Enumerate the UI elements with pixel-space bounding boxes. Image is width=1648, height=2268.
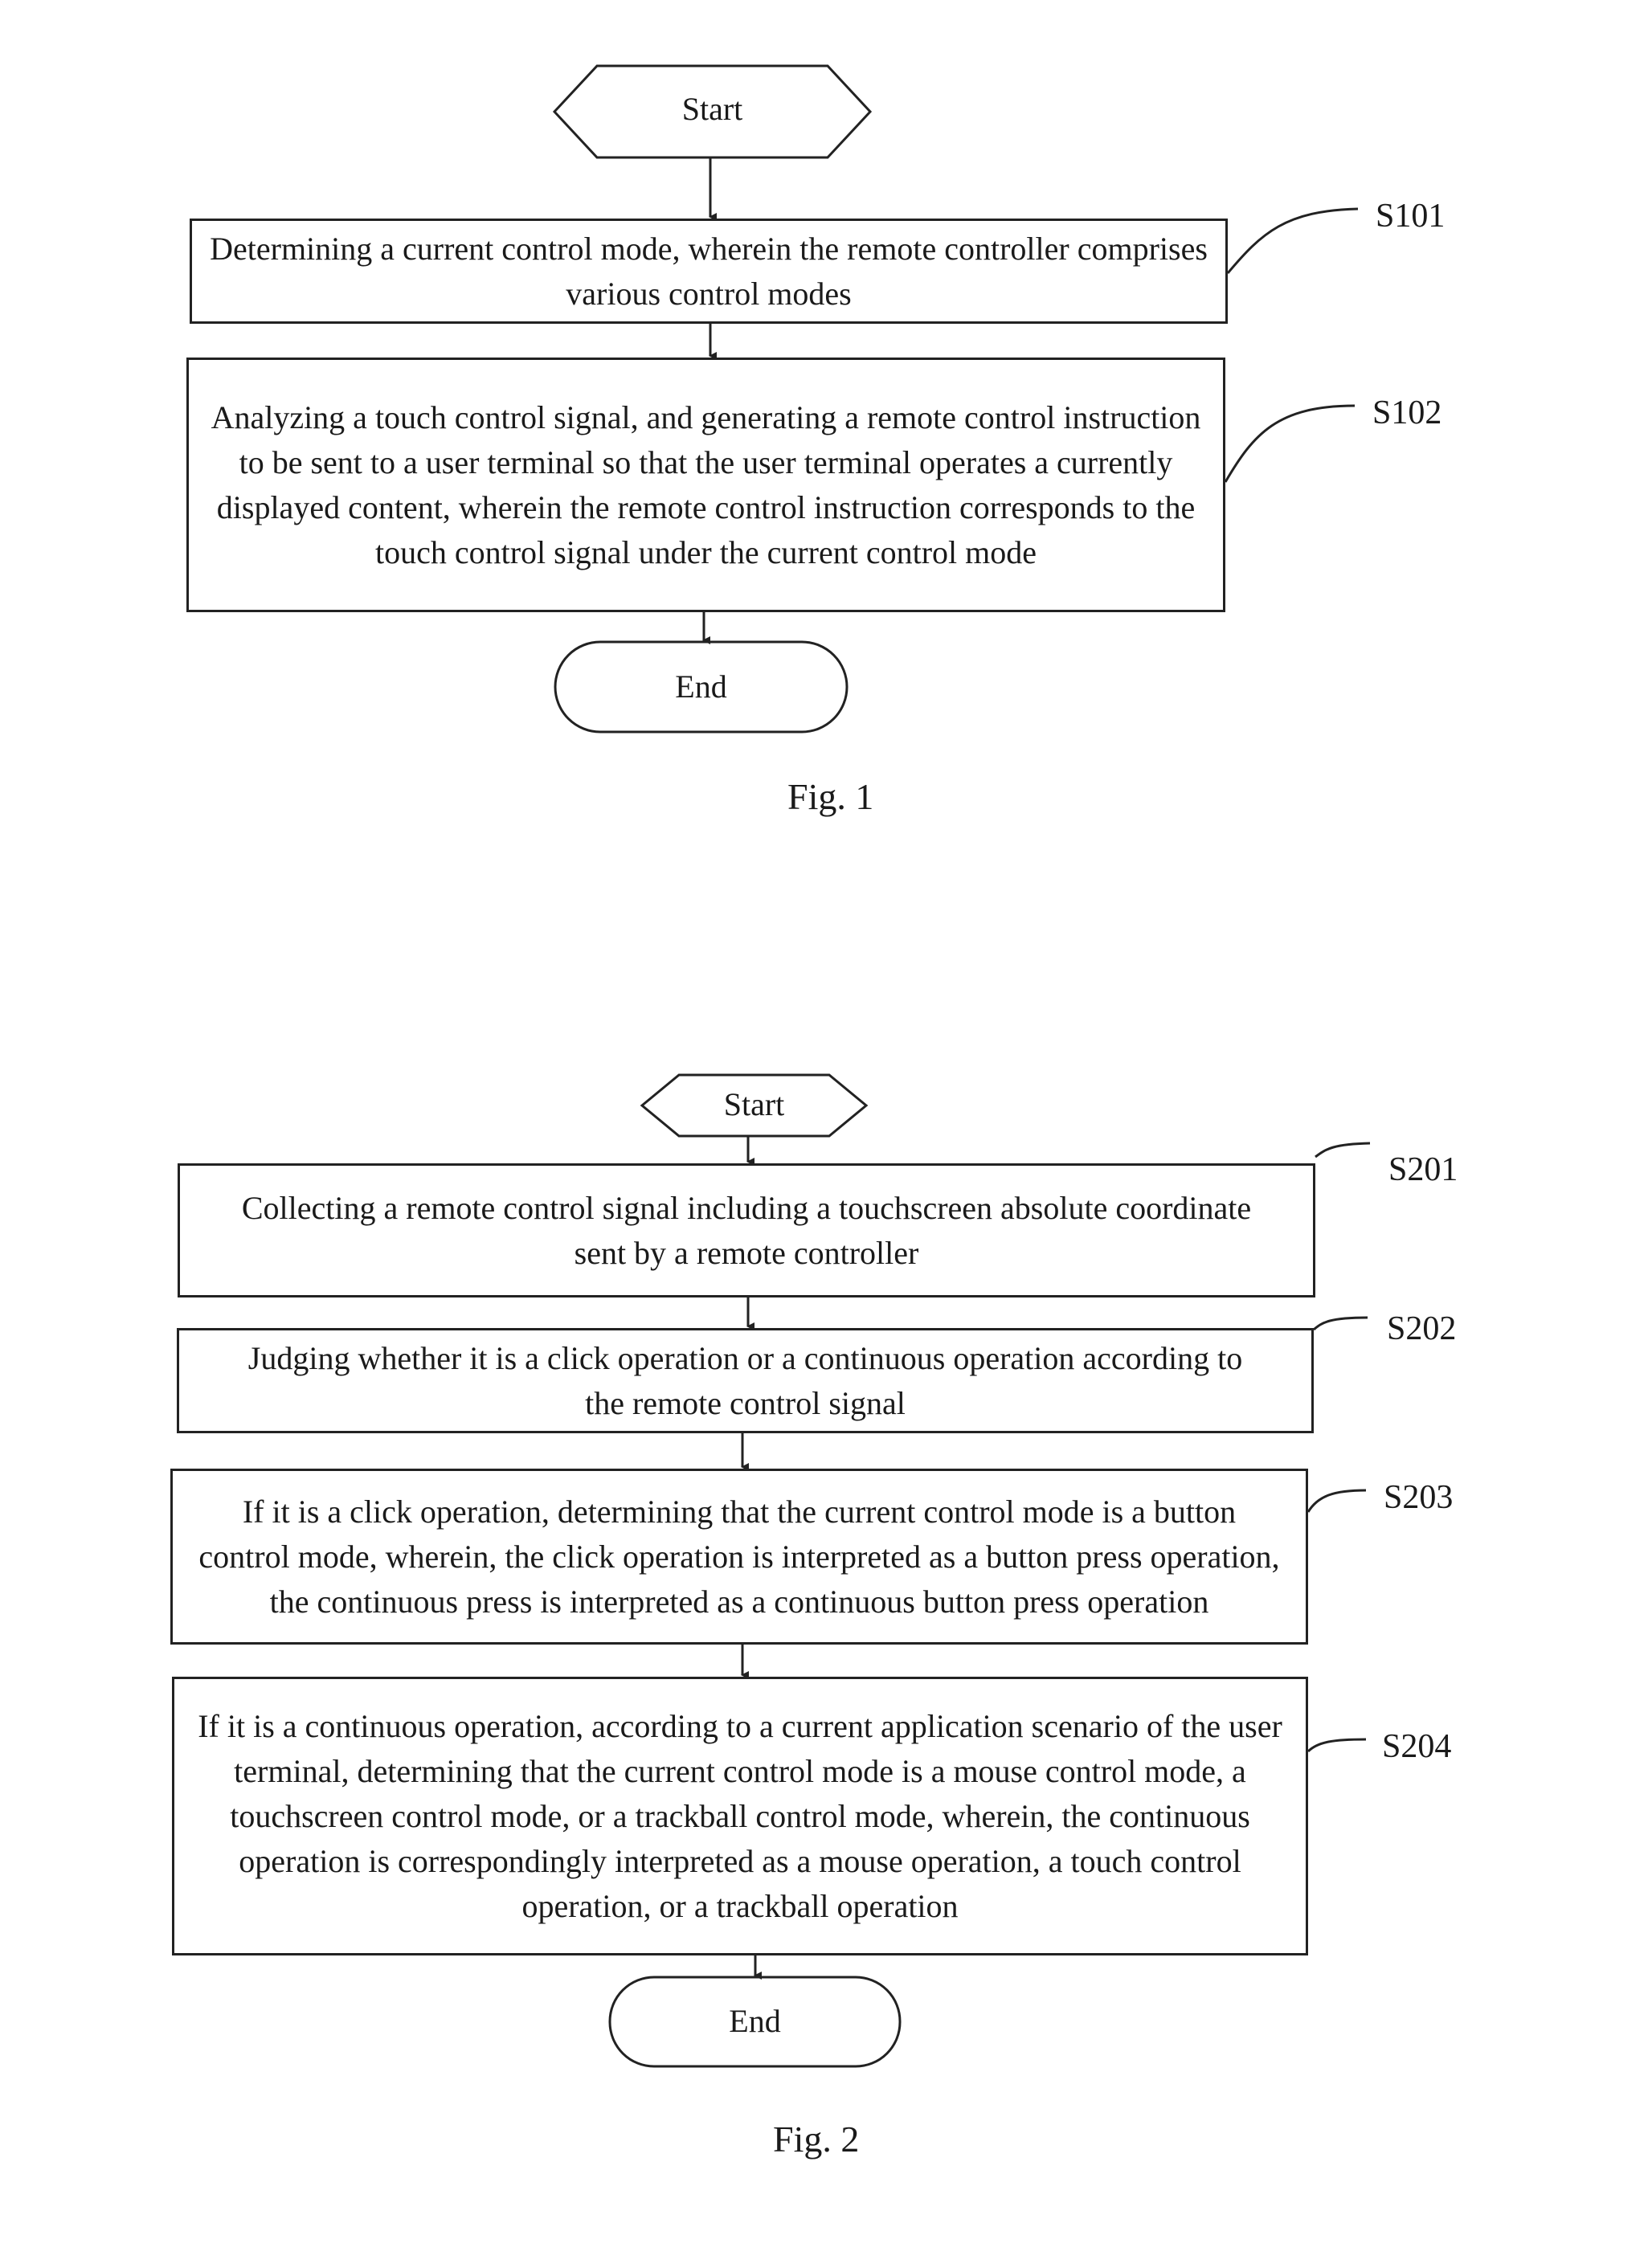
fig1-step-s102-id: S102 <box>1372 394 1442 431</box>
fig2-s203-leader <box>1307 1489 1367 1513</box>
fig2-step-s203-box: If it is a click operation, determining … <box>170 1469 1308 1645</box>
fig1-start-label: Start <box>681 91 743 127</box>
fig1-caption: Fig. 1 <box>787 776 874 817</box>
fig2-s201-leader <box>1315 1142 1371 1159</box>
fig2-end-label: End <box>729 2003 781 2039</box>
fig2-step-s202-text: Judging whether it is a click operation … <box>247 1339 1243 1421</box>
fig1-step-s101-box: Determining a current control mode, wher… <box>190 219 1228 324</box>
fig1-step-s101-text: Determining a current control mode, wher… <box>210 230 1208 312</box>
fig2-step-s202-box: Judging whether it is a click operation … <box>177 1328 1314 1433</box>
fig2-step-s201-box: Collecting a remote control signal inclu… <box>178 1163 1315 1297</box>
fig2-step-s202-id: S202 <box>1387 1310 1457 1347</box>
fig1-s102-leader <box>1224 404 1356 483</box>
fig2-step-s203-id: S203 <box>1384 1479 1454 1516</box>
fig2-step-s204-text: If it is a continuous operation, accordi… <box>198 1707 1282 1924</box>
fig2-step-s201-id: S201 <box>1388 1151 1458 1188</box>
fig2-step-s204-id: S204 <box>1382 1728 1452 1765</box>
fig1-s101-leader <box>1226 207 1359 274</box>
fig1-step-s102-box: Analyzing a touch control signal, and ge… <box>186 358 1225 612</box>
fig2-step-s204-box: If it is a continuous operation, accordi… <box>172 1677 1308 1955</box>
fig1-step-s101-id: S101 <box>1376 198 1446 235</box>
fig2-caption: Fig. 2 <box>773 2119 860 2160</box>
fig2-s204-leader <box>1307 1738 1367 1753</box>
fig1-end-label: End <box>675 668 727 705</box>
fig2-step-s201-text: Collecting a remote control signal inclu… <box>241 1189 1252 1271</box>
fig1-step-s102-text: Analyzing a touch control signal, and ge… <box>211 398 1201 570</box>
fig2-start-label: Start <box>723 1086 785 1122</box>
fig2-step-s203-text: If it is a click operation, determining … <box>198 1493 1280 1620</box>
fig2-s202-leader <box>1312 1316 1368 1331</box>
